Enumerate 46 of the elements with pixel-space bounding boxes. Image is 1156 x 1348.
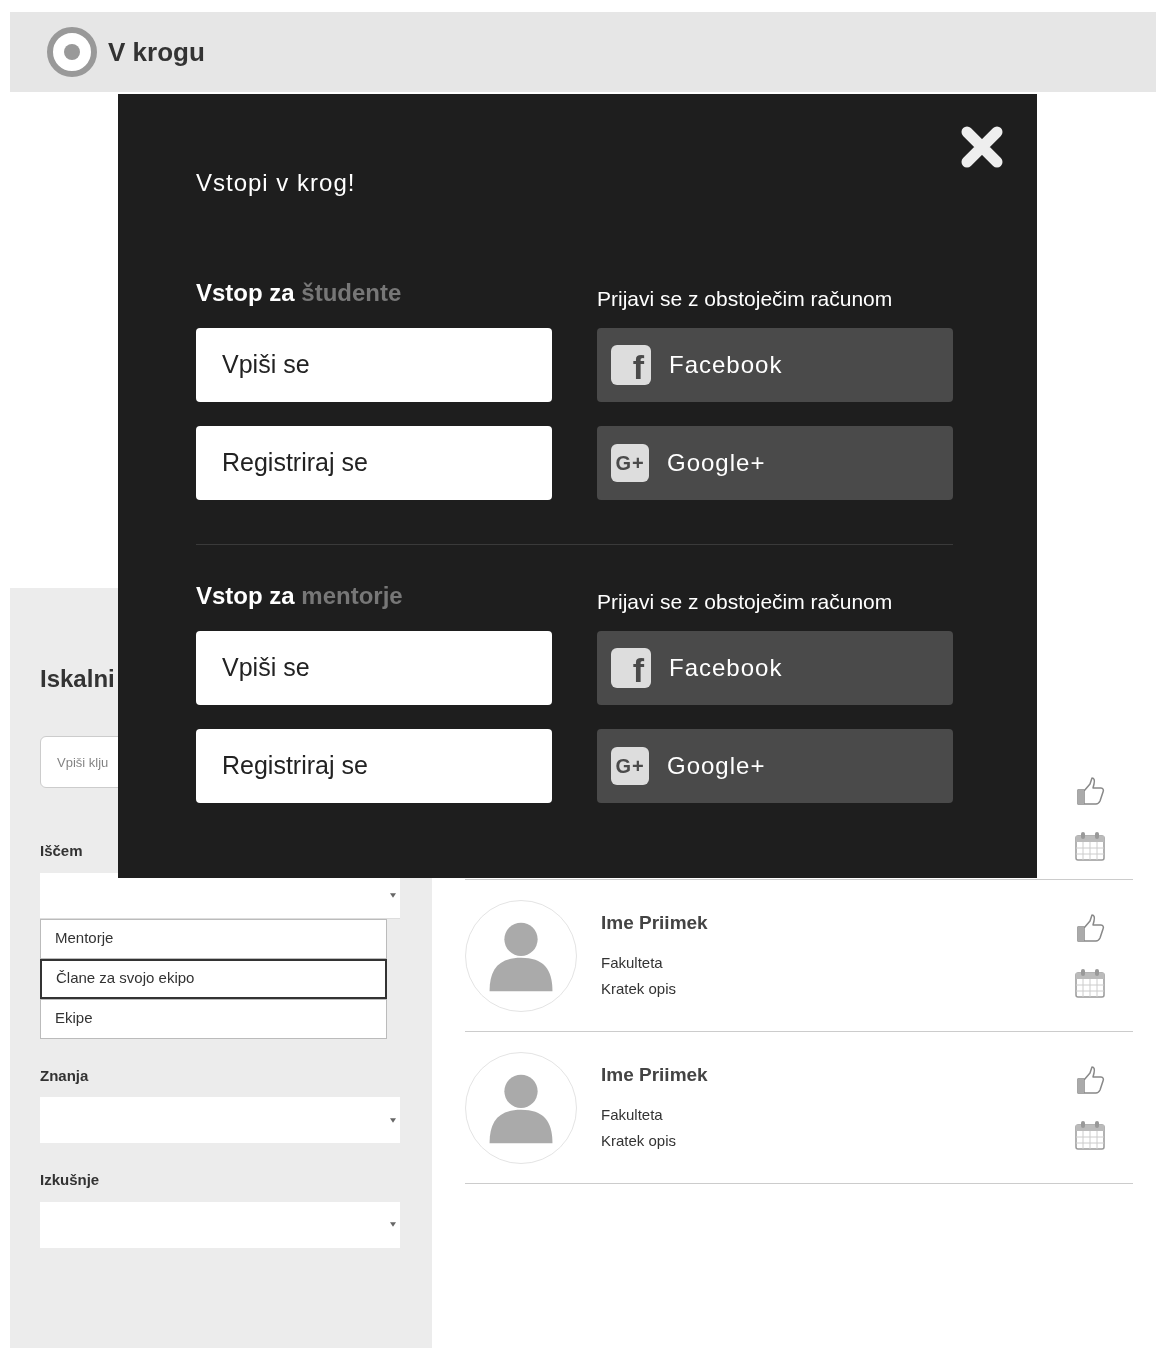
- google-plus-icon: G+: [611, 444, 649, 482]
- description-text: Kratek opis: [601, 1130, 678, 1151]
- social-button[interactable]: f Facebook: [597, 631, 953, 705]
- google-plus-icon: G+: [611, 747, 649, 785]
- thumbs-up-icon: [1074, 775, 1106, 808]
- section-heading: Vstop za študente: [196, 278, 403, 308]
- select-field[interactable]: [40, 872, 400, 919]
- social-login-title: Prijavi se z obstoječim računom: [597, 286, 894, 312]
- facebook-icon: f: [611, 345, 651, 385]
- calendar-icon: [1074, 1118, 1106, 1151]
- dropdown-option[interactable]: Člane za svojo ekipo: [40, 958, 387, 999]
- person-name: Ime Priimek: [601, 1063, 709, 1088]
- panel-title: Iskalni: [40, 664, 115, 694]
- filter-label: Znanja: [40, 1065, 90, 1086]
- social-button[interactable]: G+ Google+: [597, 729, 953, 803]
- app-title: V krogu: [108, 35, 205, 69]
- calendar-icon: [1074, 966, 1106, 999]
- login-button[interactable]: Registriraj se: [196, 729, 552, 803]
- faculty-text: Fakulteta: [601, 952, 664, 973]
- dropdown-option[interactable]: Ekipe: [40, 998, 387, 1039]
- section-heading: Vstop za mentorje: [196, 581, 404, 611]
- login-button[interactable]: Vpiši se: [196, 631, 552, 705]
- filter-label: Izkušnje: [40, 1170, 101, 1190]
- close-button[interactable]: [959, 124, 1005, 170]
- social-button[interactable]: G+ Google+: [597, 426, 953, 500]
- login-button[interactable]: Registriraj se: [196, 426, 552, 500]
- facebook-icon: f: [611, 648, 651, 688]
- dropdown-option[interactable]: Mentorje: [40, 918, 387, 959]
- close-icon: [959, 124, 1005, 170]
- modal-title: Vstopi v krog!: [196, 168, 357, 198]
- calendar-icon: [1074, 829, 1106, 862]
- social-button[interactable]: f Facebook: [597, 328, 953, 402]
- select-field[interactable]: [40, 1201, 400, 1248]
- select-field[interactable]: [40, 1097, 400, 1143]
- thumbs-up-icon: [1074, 1064, 1106, 1097]
- login-button[interactable]: Vpiši se: [196, 328, 552, 402]
- logo-icon: [46, 26, 98, 78]
- person-name: Ime Priimek: [601, 911, 709, 936]
- faculty-text: Fakulteta: [601, 1104, 664, 1125]
- thumbs-up-icon: [1074, 912, 1106, 945]
- description-text: Kratek opis: [601, 978, 678, 999]
- caret-icon: [390, 892, 396, 898]
- social-login-title: Prijavi se z obstoječim računom: [597, 589, 894, 615]
- caret-icon: [390, 1222, 396, 1227]
- caret-icon: [390, 1117, 396, 1123]
- filter-label: Iščem: [40, 841, 84, 861]
